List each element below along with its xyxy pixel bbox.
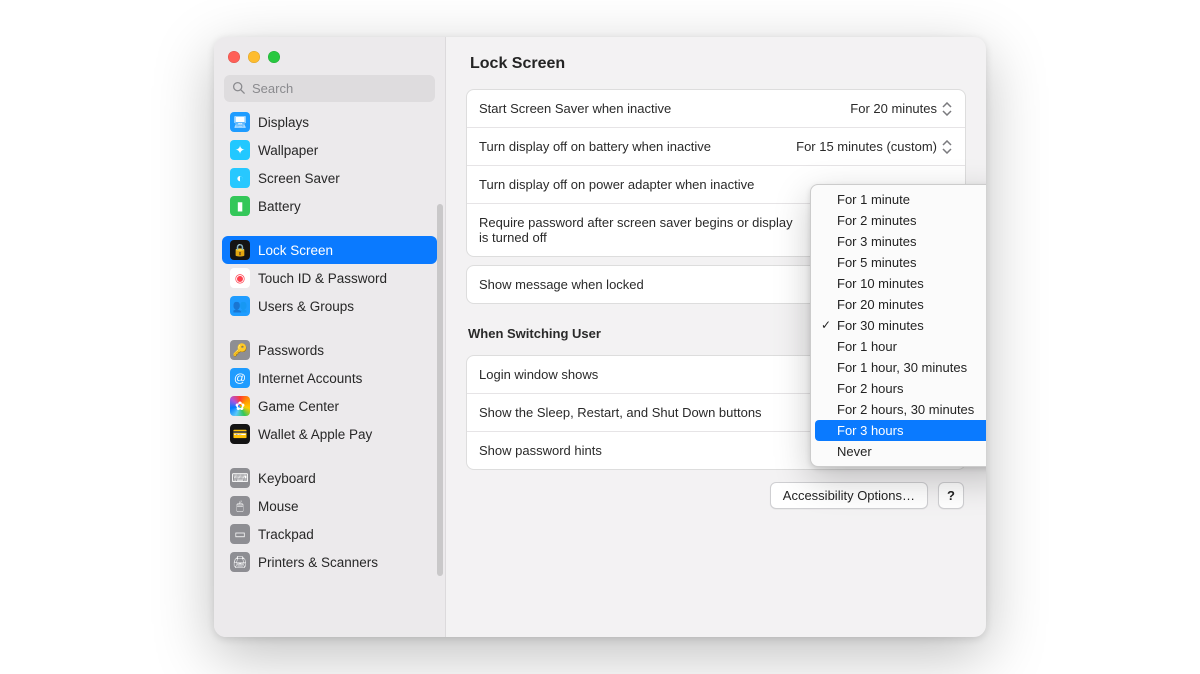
row-label: Show message when locked	[479, 277, 644, 292]
sidebar-item-label: Printers & Scanners	[258, 555, 378, 570]
row-display-battery[interactable]: Turn display off on battery when inactiv…	[467, 128, 965, 166]
sidebar-item-label: Battery	[258, 199, 301, 214]
sidebar-item-displays[interactable]: 🖥 Displays	[222, 108, 437, 136]
printer-icon: 🖨	[230, 552, 250, 572]
sidebar-item-label: Users & Groups	[258, 299, 354, 314]
sidebar-item-label: Mouse	[258, 499, 299, 514]
close-icon[interactable]	[228, 51, 240, 63]
sidebar-item-label: Touch ID & Password	[258, 271, 387, 286]
sidebar-item-label: Screen Saver	[258, 171, 340, 186]
sidebar-item-printers-scanners[interactable]: 🖨 Printers & Scanners	[222, 548, 437, 576]
row-label: Require password after screen saver begi…	[479, 215, 799, 245]
sidebar-item-label: Keyboard	[258, 471, 316, 486]
minimize-icon[interactable]	[248, 51, 260, 63]
dropdown-option[interactable]: For 2 minutes	[815, 210, 986, 231]
search-icon	[232, 81, 245, 97]
dropdown-option[interactable]: For 30 minutes	[815, 315, 986, 336]
dropdown-option[interactable]: For 10 minutes	[815, 273, 986, 294]
keyboard-icon: ⌨	[230, 468, 250, 488]
sidebar-list[interactable]: 🖥 Displays ✦ Wallpaper ◐ Screen Saver ▮ Battery…	[214, 108, 445, 637]
row-label: Show the Sleep, Restart, and Shut Down b…	[479, 405, 762, 420]
sidebar-item-label: Passwords	[258, 343, 324, 358]
sidebar-item-trackpad[interactable]: ▭ Trackpad	[222, 520, 437, 548]
dropdown-option[interactable]: For 3 hours	[815, 420, 986, 441]
at-icon: @	[230, 368, 250, 388]
sidebar-item-lock-screen[interactable]: 🔒 Lock Screen	[222, 236, 437, 264]
page-title: Lock Screen	[446, 37, 986, 81]
row-label: Show password hints	[479, 443, 602, 458]
wallet-icon: 💳	[230, 424, 250, 444]
key-icon: 🔑	[230, 340, 250, 360]
chevron-up-down-icon[interactable]	[941, 102, 953, 116]
sidebar-item-label: Displays	[258, 115, 309, 130]
accessibility-options-button[interactable]: Accessibility Options…	[770, 482, 928, 509]
sidebar-item-keyboard[interactable]: ⌨ Keyboard	[222, 464, 437, 492]
sidebar-item-mouse[interactable]: 🖱 Mouse	[222, 492, 437, 520]
sidebar: 🖥 Displays ✦ Wallpaper ◐ Screen Saver ▮ Battery…	[214, 37, 446, 637]
fingerprint-icon: ◉	[230, 268, 250, 288]
gamecenter-icon: ✿	[230, 396, 250, 416]
sidebar-item-label: Game Center	[258, 399, 339, 414]
screensaver-icon: ◐	[230, 168, 250, 188]
system-settings-window: 🖥 Displays ✦ Wallpaper ◐ Screen Saver ▮ Battery…	[214, 37, 986, 637]
sidebar-item-label: Trackpad	[258, 527, 314, 542]
dropdown-option[interactable]: For 20 minutes	[815, 294, 986, 315]
sidebar-item-wallet-apple-pay[interactable]: 💳 Wallet & Apple Pay	[222, 420, 437, 448]
row-screensaver[interactable]: Start Screen Saver when inactive For 20 …	[467, 90, 965, 128]
display-icon: 🖥	[230, 112, 250, 132]
users-icon: 👥	[230, 296, 250, 316]
dropdown-option[interactable]: For 5 minutes	[815, 252, 986, 273]
row-label: Login window shows	[479, 367, 598, 382]
row-value[interactable]: For 20 minutes	[850, 101, 953, 116]
dropdown-option[interactable]: For 1 hour, 30 minutes	[815, 357, 986, 378]
sidebar-item-touch-id-password[interactable]: ◉ Touch ID & Password	[222, 264, 437, 292]
sidebar-item-internet-accounts[interactable]: @ Internet Accounts	[222, 364, 437, 392]
footer: Accessibility Options… ?	[446, 470, 986, 521]
row-label: Turn display off on battery when inactiv…	[479, 139, 711, 154]
sidebar-item-passwords[interactable]: 🔑 Passwords	[222, 336, 437, 364]
lock-icon: 🔒	[230, 240, 250, 260]
scrollbar[interactable]	[437, 204, 443, 576]
sidebar-item-users-groups[interactable]: 👥 Users & Groups	[222, 292, 437, 320]
chevron-up-down-icon[interactable]	[941, 140, 953, 154]
dropdown-option[interactable]: For 2 hours	[815, 378, 986, 399]
sidebar-item-label: Lock Screen	[258, 243, 333, 258]
row-label: Start Screen Saver when inactive	[479, 101, 671, 116]
dropdown-option[interactable]: For 2 hours, 30 minutes	[815, 399, 986, 420]
search-input[interactable]	[224, 75, 435, 102]
zoom-icon[interactable]	[268, 51, 280, 63]
mouse-icon: 🖱	[230, 496, 250, 516]
dropdown-option[interactable]: For 3 minutes	[815, 231, 986, 252]
help-button[interactable]: ?	[938, 482, 964, 509]
window-controls	[214, 37, 445, 67]
dropdown-option[interactable]: For 1 hour	[815, 336, 986, 357]
battery-icon: ▮	[230, 196, 250, 216]
dropdown-option[interactable]: Never	[815, 441, 986, 462]
sidebar-item-battery[interactable]: ▮ Battery	[222, 192, 437, 220]
duration-dropdown[interactable]: For 1 minuteFor 2 minutesFor 3 minutesFo…	[810, 184, 986, 467]
wallpaper-icon: ✦	[230, 140, 250, 160]
sidebar-item-label: Internet Accounts	[258, 371, 362, 386]
sidebar-item-screen-saver[interactable]: ◐ Screen Saver	[222, 164, 437, 192]
sidebar-item-game-center[interactable]: ✿ Game Center	[222, 392, 437, 420]
dropdown-option[interactable]: For 1 minute	[815, 189, 986, 210]
sidebar-item-label: Wallet & Apple Pay	[258, 427, 372, 442]
trackpad-icon: ▭	[230, 524, 250, 544]
sidebar-item-label: Wallpaper	[258, 143, 318, 158]
row-value[interactable]: For 15 minutes (custom)	[796, 139, 953, 154]
sidebar-item-wallpaper[interactable]: ✦ Wallpaper	[222, 136, 437, 164]
row-label: Turn display off on power adapter when i…	[479, 177, 754, 192]
